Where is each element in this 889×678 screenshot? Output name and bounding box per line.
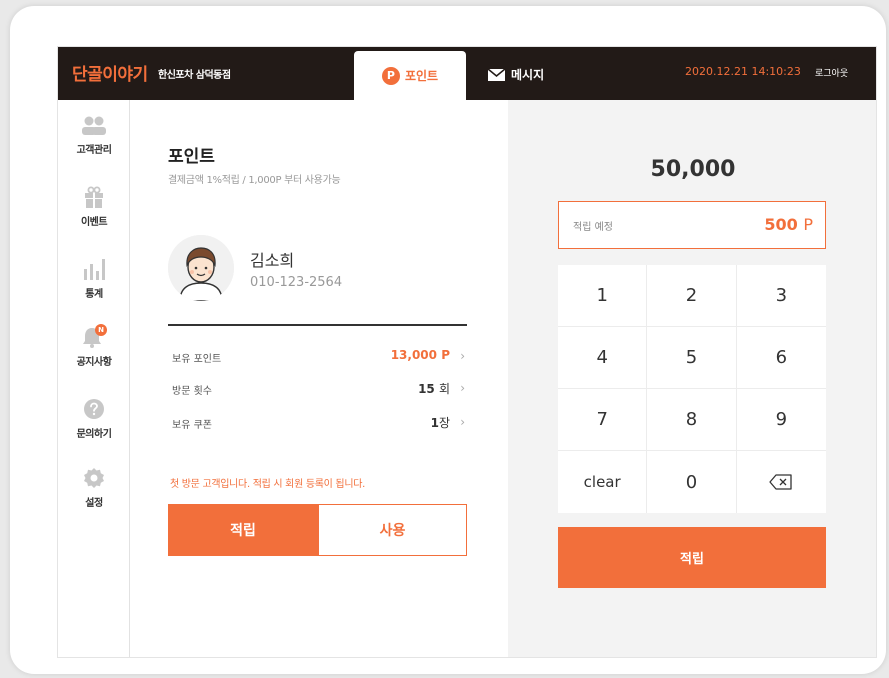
- sidebar-item-label: 고객관리: [76, 145, 112, 156]
- key-2[interactable]: 2: [647, 265, 737, 327]
- sidebar-item-label: 문의하기: [76, 429, 112, 440]
- sidebar-item-customers[interactable]: 고객관리: [58, 116, 130, 156]
- store-name: 한신포차 삼덕동점: [158, 70, 231, 81]
- stat-value: 13,000 P: [390, 348, 450, 362]
- sidebar: 고객관리 이벤트 통계 N 공지사항 문의하기 설정: [58, 100, 130, 657]
- stat-row-visits[interactable]: 방문 횟수 15 회 ›: [168, 379, 467, 399]
- tab-message[interactable]: 메시지: [488, 66, 544, 83]
- number-keypad: 1 2 3 4 5 6 7 8 9 clear 0: [558, 265, 826, 513]
- backspace-icon: [769, 474, 792, 490]
- gift-icon: [85, 186, 103, 208]
- point-panel: 포인트 결제금액 1%적립 / 1,000P 부터 사용가능 김소희 010-1…: [130, 100, 508, 657]
- sidebar-item-label: 이벤트: [80, 217, 108, 228]
- page-title: 포인트: [168, 147, 215, 167]
- key-8[interactable]: 8: [647, 389, 737, 451]
- key-3[interactable]: 3: [736, 265, 826, 327]
- key-backspace[interactable]: [737, 451, 826, 513]
- sidebar-item-inquiry[interactable]: 문의하기: [58, 398, 130, 440]
- stat-row-points[interactable]: 보유 포인트 13,000 P ›: [168, 347, 467, 367]
- sidebar-item-label: 통계: [85, 289, 103, 300]
- stat-label: 방문 횟수: [172, 386, 212, 397]
- point-icon: P: [381, 66, 400, 85]
- chevron-right-icon: ›: [460, 381, 465, 395]
- app-screen: 단골이야기 한신포차 삼덕동점 P 포인트 메시지 2020.12.21 14:…: [57, 46, 877, 658]
- expected-points-label: 적립 예정: [573, 222, 613, 233]
- stat-label: 보유 포인트: [172, 354, 222, 365]
- key-7[interactable]: 7: [558, 389, 648, 451]
- key-1[interactable]: 1: [558, 265, 648, 327]
- key-4[interactable]: 4: [558, 327, 648, 389]
- submit-earn-button[interactable]: 적립: [558, 527, 826, 588]
- keypad-panel: 50,000 적립 예정 500 P 1 2 3 4 5 6 7 8 9 cle…: [508, 100, 876, 657]
- point-policy-text: 결제금액 1%적립 / 1,000P 부터 사용가능: [168, 175, 341, 186]
- top-bar: 단골이야기 한신포차 삼덕동점 P 포인트 메시지 2020.12.21 14:…: [58, 47, 876, 100]
- customer-name: 김소희: [250, 251, 295, 270]
- customers-icon: [82, 116, 106, 135]
- tablet-frame: 단골이야기 한신포차 삼덕동점 P 포인트 메시지 2020.12.21 14:…: [10, 6, 886, 674]
- chevron-right-icon: ›: [460, 349, 465, 363]
- chart-icon: [84, 259, 105, 280]
- avatar: [168, 235, 234, 301]
- chevron-right-icon: ›: [460, 415, 465, 429]
- expected-points-value: 500 P: [764, 215, 813, 234]
- key-clear[interactable]: clear: [558, 451, 648, 513]
- gear-icon: [84, 468, 104, 488]
- stat-value: 1장: [430, 416, 450, 430]
- sidebar-item-label: 설정: [85, 498, 103, 509]
- key-6[interactable]: 6: [736, 327, 826, 389]
- tab-message-label: 메시지: [511, 68, 545, 82]
- earn-mode-button[interactable]: 적립: [168, 504, 318, 556]
- tab-point-label: 포인트: [404, 69, 439, 83]
- expected-points-box: 적립 예정 500 P: [558, 201, 826, 249]
- notice-badge: N: [95, 324, 107, 336]
- logout-link[interactable]: 로그아웃: [815, 66, 848, 79]
- customer-phone: 010-123-2564: [250, 275, 343, 290]
- stat-row-coupons[interactable]: 보유 쿠폰 1장 ›: [168, 413, 467, 433]
- payment-amount: 50,000: [650, 157, 736, 182]
- tab-point[interactable]: P 포인트: [354, 51, 466, 100]
- sidebar-item-label: 공지사항: [76, 357, 112, 368]
- sidebar-item-stats[interactable]: 통계: [58, 258, 130, 300]
- sidebar-item-settings[interactable]: 설정: [58, 467, 130, 509]
- key-9[interactable]: 9: [736, 389, 826, 451]
- customer-avatar-icon: [168, 235, 234, 301]
- brand-logo: 단골이야기: [72, 65, 148, 85]
- envelope-icon: [488, 68, 505, 81]
- key-5[interactable]: 5: [647, 327, 737, 389]
- stat-value: 15 회: [418, 382, 450, 396]
- divider: [168, 324, 467, 326]
- stat-label: 보유 쿠폰: [172, 420, 212, 431]
- sidebar-item-notice[interactable]: N 공지사항: [58, 324, 130, 368]
- key-0[interactable]: 0: [647, 451, 737, 513]
- question-icon: [84, 399, 104, 419]
- datetime: 2020.12.21 14:10:23: [685, 65, 801, 78]
- use-mode-button[interactable]: 사용: [318, 504, 467, 556]
- first-visit-notice: 첫 방문 고객입니다. 적립 시 회원 등록이 됩니다.: [170, 479, 366, 490]
- sidebar-item-event[interactable]: 이벤트: [58, 186, 130, 228]
